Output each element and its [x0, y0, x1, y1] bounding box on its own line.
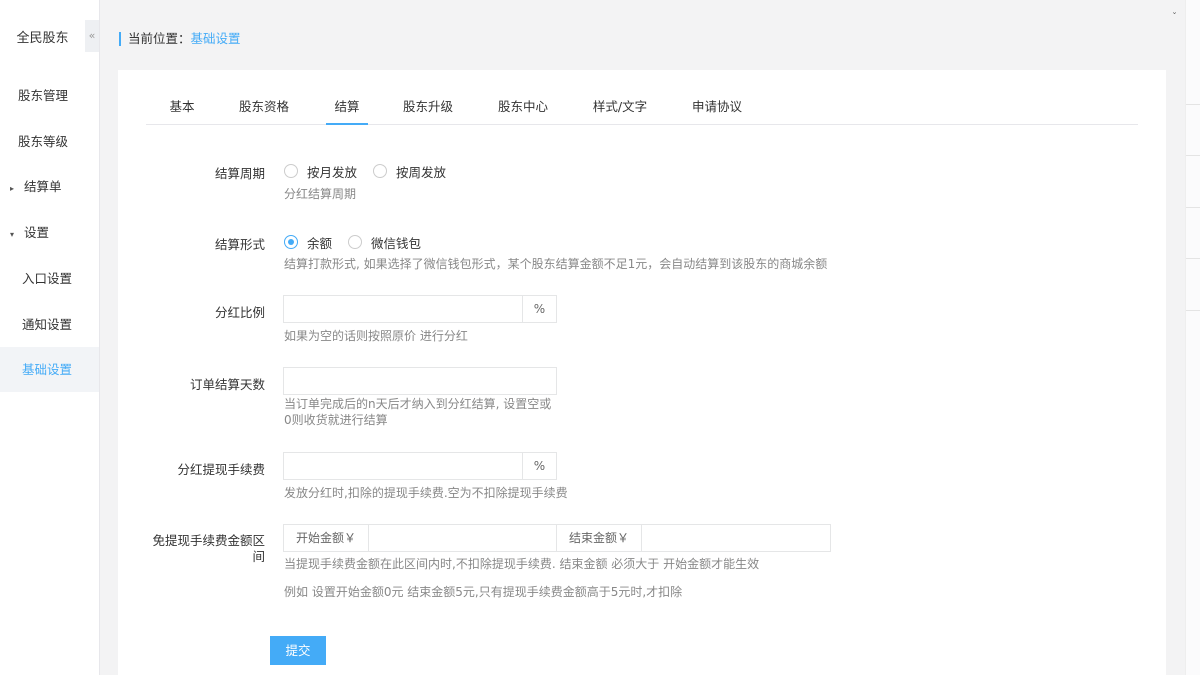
divider [1186, 207, 1200, 208]
days-label: 订单结算天数 [189, 377, 265, 392]
submit-button[interactable]: 提交 [270, 636, 326, 665]
sidebar-item-shareholder-management[interactable]: 股东管理 [0, 73, 99, 118]
sidebar: 全民股东 « 股东管理 股东等级 ▸ 结算单 ▾ 设置 入口设置 通知设置 基础… [0, 0, 100, 675]
collapse-sidebar-icon[interactable]: « [85, 20, 99, 52]
form-type-help: 结算打款形式, 如果选择了微信钱包形式，某个股东结算金额不足1元，会自动结算到该… [284, 257, 828, 271]
tab-shareholder-qualification[interactable]: 股东资格 [238, 92, 290, 125]
caret-down-icon: ▾ [10, 230, 15, 239]
chevron-down-icon[interactable]: ˇ [1172, 12, 1177, 23]
cycle-radio-group: 按月发放 按周发放 [284, 162, 462, 180]
days-help-line1: 当订单完成后的n天后才纳入到分红结算, 设置空或 [284, 397, 552, 411]
form-type-radio-group: 余额 微信钱包 [284, 233, 437, 251]
sidebar-item-label: 入口设置 [22, 271, 73, 286]
divider [1186, 155, 1200, 156]
tab-shareholder-center[interactable]: 股东中心 [497, 92, 549, 125]
ratio-percent-suffix: % [522, 295, 557, 323]
breadcrumb: 当前位置：基础设置 [119, 32, 241, 46]
range-start-addon: 开始金额￥ [283, 524, 369, 552]
tab-bar: 基本 股东资格 结算 股东升级 股东中心 样式/文字 申请协议 [146, 92, 1138, 125]
fee-percent-suffix: % [522, 452, 557, 480]
cycle-weekly-radio[interactable] [373, 164, 388, 178]
sidebar-item-label: 股东管理 [18, 88, 69, 103]
range-start-input[interactable] [368, 524, 557, 552]
balance-label[interactable]: 余额 [307, 233, 332, 252]
sidebar-item-settlement[interactable]: ▸ 结算单 [0, 164, 99, 209]
sidebar-item-label: 结算单 [23, 179, 62, 194]
range-end-addon: 结束金额￥ [556, 524, 642, 552]
range-help-1: 当提现手续费金额在此区间内时,不扣除提现手续费. 结束金额 必须大于 开始金额才… [284, 557, 760, 571]
fee-help: 发放分红时,扣除的提现手续费.空为不扣除提现手续费 [284, 486, 568, 500]
fee-label: 分红提现手续费 [177, 462, 265, 477]
range-end-input[interactable] [641, 524, 831, 552]
ratio-label: 分红比例 [214, 305, 265, 320]
caret-right-icon: ▸ [10, 184, 15, 193]
breadcrumb-prefix: 当前位置： [128, 31, 191, 46]
sidebar-item-label: 基础设置 [22, 362, 73, 377]
top-bar: 当前位置：基础设置 ˇ [100, 0, 1185, 70]
sidebar-item-label: 设置 [23, 225, 49, 240]
tab-settlement[interactable]: 结算 [326, 92, 368, 125]
breadcrumb-current[interactable]: 基础设置 [191, 31, 241, 46]
cycle-monthly-label[interactable]: 按月发放 [307, 162, 357, 181]
tab-application-agreement[interactable]: 申请协议 [691, 92, 743, 125]
divider [1186, 258, 1200, 259]
days-help-line2: 0则收货就进行结算 [284, 413, 388, 427]
balance-radio[interactable] [284, 235, 298, 249]
form-type-label: 结算形式 [214, 237, 265, 252]
wechat-wallet-label[interactable]: 微信钱包 [371, 233, 421, 252]
sidebar-item-notify-settings[interactable]: 通知设置 [0, 302, 99, 347]
sidebar-item-settings[interactable]: ▾ 设置 [0, 210, 99, 255]
cycle-weekly-label[interactable]: 按周发放 [396, 162, 446, 181]
range-help-2: 例如 设置开始金额0元 结束金额5元,只有提现手续费金额高于5元时,才扣除 [284, 585, 683, 599]
brand-title: 全民股东 [16, 31, 69, 46]
tab-shareholder-upgrade[interactable]: 股东升级 [402, 92, 454, 125]
sidebar-item-entry-settings[interactable]: 入口设置 [0, 256, 99, 301]
fee-input[interactable] [283, 452, 523, 480]
tab-basic[interactable]: 基本 [168, 92, 196, 125]
cycle-help: 分红结算周期 [284, 187, 357, 201]
cycle-monthly-radio[interactable] [284, 164, 298, 178]
divider [1186, 104, 1200, 105]
tab-style-text[interactable]: 样式/文字 [592, 92, 648, 125]
sidebar-item-label: 通知设置 [22, 317, 73, 332]
sidebar-item-shareholder-level[interactable]: 股东等级 [0, 119, 99, 164]
range-label-line2: 间 [252, 549, 265, 564]
ratio-help: 如果为空的话则按照原价 进行分红 [284, 329, 468, 343]
days-input[interactable] [283, 367, 557, 395]
sidebar-item-basic-settings[interactable]: 基础设置 [0, 347, 99, 392]
divider [1186, 310, 1200, 311]
ratio-input[interactable] [283, 295, 523, 323]
cycle-label: 结算周期 [214, 166, 265, 181]
right-scroll-strip [1185, 0, 1200, 675]
sidebar-item-label: 股东等级 [18, 134, 69, 149]
wechat-wallet-radio[interactable] [348, 235, 363, 249]
